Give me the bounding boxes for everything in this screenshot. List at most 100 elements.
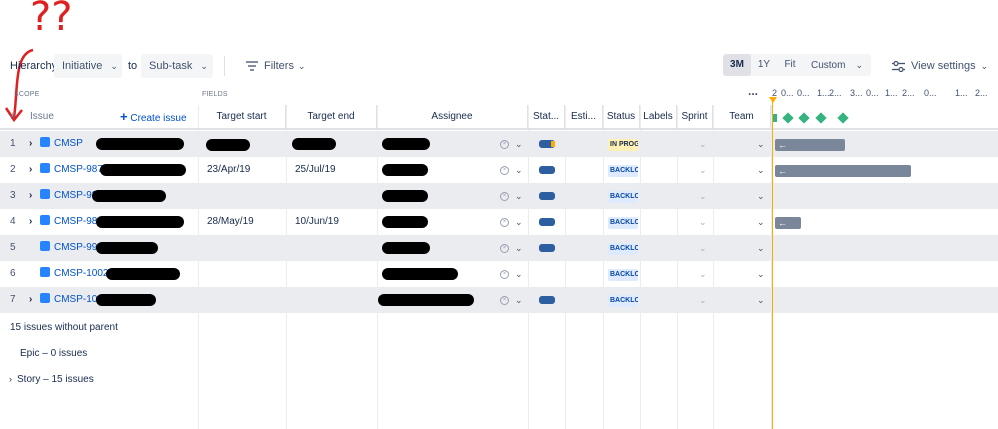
expand-chevron-icon[interactable]: › (29, 183, 32, 209)
team-chevron-icon[interactable]: ⌄ (757, 183, 765, 209)
header-team[interactable]: Team (713, 105, 771, 128)
sprint-chevron-icon[interactable]: ⌄ (699, 131, 707, 157)
issue-key-link[interactable]: CMSP-987 (54, 164, 103, 175)
timeline-date-label: 0... (797, 88, 810, 98)
arrow-left-icon: ← (778, 218, 787, 228)
target-start-value[interactable]: 23/Apr/19 (207, 157, 250, 183)
target-end-value[interactable]: 10/Jun/19 (295, 209, 339, 235)
redacted-summary (96, 242, 158, 254)
redacted-assignee (382, 138, 430, 150)
team-chevron-icon[interactable]: ⌄ (757, 287, 765, 313)
issue-cell[interactable]: CMSP-989 (40, 209, 103, 235)
expand-chevron-icon[interactable]: › (29, 209, 32, 235)
target-start-value[interactable]: 28/May/19 (207, 209, 254, 235)
sprint-chevron-icon[interactable]: ⌄ (699, 183, 707, 209)
zoom-3m-button[interactable]: 3M (723, 54, 751, 76)
team-chevron-icon[interactable]: ⌄ (757, 235, 765, 261)
assignee-chevron-icon[interactable]: ⌄ (515, 209, 523, 235)
issue-cell[interactable]: CMSP-987 (40, 157, 103, 183)
timeline-date-label: 1... (955, 88, 968, 98)
header-esti[interactable]: Esti... (565, 105, 603, 128)
header-target-start[interactable]: Target start (198, 105, 286, 128)
create-issue-label: Create issue (130, 113, 187, 124)
issue-key-link[interactable]: CMSP (54, 138, 83, 149)
table-row[interactable]: 5 CMSP-990 × ⌄ BACKLOG ⌄ ⌄ (0, 235, 998, 261)
assignee-chevron-icon[interactable]: ⌄ (515, 261, 523, 287)
team-chevron-icon[interactable]: ⌄ (757, 131, 765, 157)
header-assignee[interactable]: Assignee (377, 105, 528, 128)
header-stat[interactable]: Stat... (528, 105, 565, 128)
status-badge[interactable]: BACKLOG (608, 243, 638, 255)
status-progress-bar (539, 218, 555, 226)
timeline-bar[interactable]: ← (775, 139, 845, 151)
hierarchy-to-label: to (128, 60, 138, 72)
sprint-chevron-icon[interactable]: ⌄ (699, 287, 707, 313)
header-num: # (10, 111, 16, 121)
sprint-chevron-icon[interactable]: ⌄ (699, 235, 707, 261)
issue-cell[interactable]: CMSP-1002 (40, 261, 108, 287)
issue-cell[interactable]: CMSP-990 (40, 235, 103, 261)
team-chevron-icon[interactable]: ⌄ (757, 261, 765, 287)
clear-icon[interactable]: × (500, 244, 509, 253)
issue-cell[interactable]: CMSP (40, 131, 83, 157)
redacted-assignee (382, 242, 430, 254)
assignee-chevron-icon[interactable]: ⌄ (515, 183, 523, 209)
story-group-label: Story – 15 issues (17, 374, 94, 385)
clear-icon[interactable]: × (500, 218, 509, 227)
timeline-bar[interactable]: ← (775, 165, 911, 177)
status-badge[interactable]: BACKLOG (608, 191, 638, 203)
header-sprint[interactable]: Sprint (677, 105, 713, 128)
expand-chevron-icon[interactable]: › (29, 157, 32, 183)
story-group[interactable]: › Story – 15 issues (9, 374, 94, 385)
redacted-summary (96, 138, 184, 150)
header-target-end[interactable]: Target end (286, 105, 377, 128)
clear-icon[interactable]: × (500, 270, 509, 279)
assignee-chevron-icon[interactable]: ⌄ (515, 157, 523, 183)
header-issue: Issue (30, 111, 54, 122)
status-badge[interactable]: IN PROGRESS (608, 139, 638, 151)
status-badge[interactable]: BACKLOG (608, 295, 638, 307)
status-badge[interactable]: BACKLOG (608, 269, 638, 281)
create-issue-button[interactable]: + Create issue (120, 105, 190, 128)
assignee-chevron-icon[interactable]: ⌄ (515, 235, 523, 261)
redacted-target-end (292, 138, 336, 150)
expand-chevron-icon[interactable]: › (29, 287, 32, 313)
assignee-chevron-icon[interactable]: ⌄ (515, 131, 523, 157)
assignee-chevron-icon[interactable]: ⌄ (515, 287, 523, 313)
table-row[interactable]: 1 › CMSP × ⌄ IN PROGRESS ⌄ ⌄ ← (0, 131, 998, 157)
team-chevron-icon[interactable]: ⌄ (757, 157, 765, 183)
sprint-chevron-icon[interactable]: ⌄ (699, 209, 707, 235)
hierarchy-to-value: Sub-task (149, 60, 193, 72)
clear-icon[interactable]: × (500, 166, 509, 175)
row-number: 5 (10, 242, 16, 253)
filters-button[interactable]: Filters ⌄ (242, 54, 310, 78)
table-row[interactable]: 2 › CMSP-987 23/Apr/19 25/Jul/19 × ⌄ BACKLOG ⌄ ⌄ ← (0, 157, 998, 183)
clear-icon[interactable]: × (500, 296, 509, 305)
arrow-left-icon: ← (778, 166, 787, 176)
target-end-value[interactable]: 25/Jul/19 (295, 157, 336, 183)
status-badge[interactable]: BACKLOG (608, 217, 638, 229)
team-chevron-icon[interactable]: ⌄ (757, 209, 765, 235)
expand-chevron-icon[interactable]: › (29, 131, 32, 157)
table-row[interactable]: 6 CMSP-1002 × ⌄ BACKLOG ⌄ ⌄ (0, 261, 998, 287)
more-options-icon[interactable]: ... (748, 84, 758, 98)
issue-key-link[interactable]: CMSP-1002 (54, 268, 108, 279)
header-status[interactable]: Status (603, 105, 640, 128)
chevron-down-icon: ⌄ (110, 61, 118, 71)
redacted-assignee (382, 216, 428, 228)
header-labels[interactable]: Labels (640, 105, 677, 128)
clear-icon[interactable]: × (500, 192, 509, 201)
sprint-chevron-icon[interactable]: ⌄ (699, 157, 707, 183)
hierarchy-to-dropdown[interactable]: Sub-task ⌄ (141, 54, 213, 78)
hierarchy-from-value: Initiative (62, 60, 103, 72)
timeline-bar[interactable]: ← (775, 217, 801, 229)
table-row[interactable]: 4 › CMSP-989 28/May/19 10/Jun/19 × ⌄ BACKLOG ⌄ ⌄ ← (0, 209, 998, 235)
epic-group[interactable]: Epic – 0 issues (20, 348, 87, 359)
table-row[interactable]: 3›CMSP-988×⌄BACKLOG⌄⌄ (0, 183, 998, 209)
clear-icon[interactable]: × (500, 140, 509, 149)
status-badge[interactable]: BACKLOG (608, 165, 638, 177)
hierarchy-from-dropdown[interactable]: Initiative ⌄ (54, 54, 122, 78)
sprint-chevron-icon[interactable]: ⌄ (699, 261, 707, 287)
status-progress-bar (539, 296, 555, 304)
table-row[interactable]: 7›CMSP-1003×⌄BACKLOG⌄⌄ (0, 287, 998, 313)
